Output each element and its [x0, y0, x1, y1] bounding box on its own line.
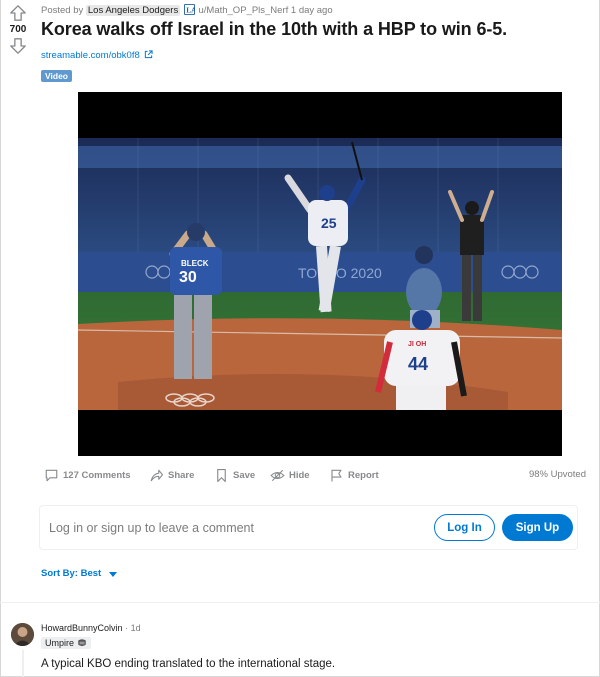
- report-button[interactable]: Report: [329, 466, 379, 484]
- comment-author[interactable]: HowardBunnyColvin: [41, 623, 123, 633]
- sort-dropdown[interactable]: Sort By: Best: [41, 568, 118, 579]
- hide-eye-icon: [270, 469, 285, 481]
- post-title[interactable]: Korea walks off Israel in the 10th with …: [41, 19, 507, 40]
- external-link-text[interactable]: streamable.com/obk0f8: [41, 50, 140, 61]
- save-label: Save: [233, 469, 256, 481]
- video-player[interactable]: TOKYO 2020 25 BLECK 30 JI OH 44: [78, 92, 562, 456]
- post-action-bar: 127 Comments Share Save Hide Report 98% …: [44, 466, 590, 484]
- downvote-arrow-icon[interactable]: [9, 37, 27, 55]
- comment-thread-line[interactable]: [22, 650, 24, 677]
- share-button[interactable]: Share: [149, 466, 194, 484]
- upvote-arrow-icon[interactable]: [9, 4, 27, 22]
- tokyo-2020-banner: TOKYO 2020: [298, 265, 382, 281]
- video-tag: Video: [41, 70, 72, 82]
- vote-score: 700: [9, 24, 27, 35]
- pitcher-number: 30: [179, 269, 197, 286]
- comments-button[interactable]: 127 Comments: [44, 466, 131, 484]
- hide-button[interactable]: Hide: [270, 466, 310, 484]
- caret-down-icon: [109, 571, 118, 577]
- comments-count: 127 Comments: [63, 469, 131, 481]
- signup-button[interactable]: Sign Up: [502, 514, 573, 541]
- video-frame: TOKYO 2020 25 BLECK 30 JI OH 44: [78, 92, 562, 456]
- comment-separator: ·: [125, 623, 129, 633]
- upvoted-percentage: 98% Upvoted: [528, 469, 586, 480]
- vote-column: 700: [4, 4, 32, 55]
- divider: [0, 602, 600, 603]
- post-age: 1 day ago: [290, 5, 333, 16]
- comment-icon: [45, 469, 58, 481]
- umpire-mask-icon: [78, 639, 86, 647]
- login-button[interactable]: Log In: [434, 514, 495, 541]
- comment-body: A typical KBO ending translated to the i…: [41, 658, 336, 670]
- save-button[interactable]: Save: [214, 466, 255, 484]
- bookmark-icon: [217, 468, 226, 482]
- post-meta: Posted by Los Angeles Dodgers LA u/Math_…: [41, 4, 333, 16]
- comment-flair-text: Umpire: [45, 638, 75, 648]
- dodgers-logo-icon: LA: [183, 4, 195, 15]
- subreddit-flair: Los Angeles Dodgers: [85, 5, 181, 16]
- report-label: Report: [348, 469, 379, 481]
- comment-login-box: Log in or sign up to leave a comment Log…: [39, 505, 578, 550]
- avatar-image: [11, 623, 34, 646]
- external-link[interactable]: streamable.com/obk0f8: [41, 50, 153, 61]
- share-icon: [150, 469, 164, 481]
- batter-number: 25: [321, 215, 337, 231]
- login-prompt: Log in or sign up to leave a comment: [49, 521, 254, 535]
- sort-label: Sort By: Best: [41, 568, 102, 579]
- pitcher-jersey-name: BLECK: [181, 259, 209, 268]
- comment-age: 1d: [130, 623, 141, 633]
- share-label: Share: [168, 469, 195, 481]
- hide-label: Hide: [289, 469, 310, 481]
- svg-text:LA: LA: [186, 5, 195, 14]
- runner-jersey-name: JI OH: [408, 341, 426, 348]
- post-author-link[interactable]: u/Math_OP_Pls_Nerf: [198, 5, 288, 16]
- posted-by-label: Posted by: [41, 5, 84, 16]
- flag-icon: [331, 469, 342, 481]
- external-link-icon: [145, 50, 153, 59]
- commenter-avatar[interactable]: [11, 623, 34, 646]
- comment-meta: HowardBunnyColvin · 1d: [41, 623, 141, 633]
- runner-number: 44: [408, 354, 428, 374]
- comment-user-flair: Umpire: [41, 637, 92, 649]
